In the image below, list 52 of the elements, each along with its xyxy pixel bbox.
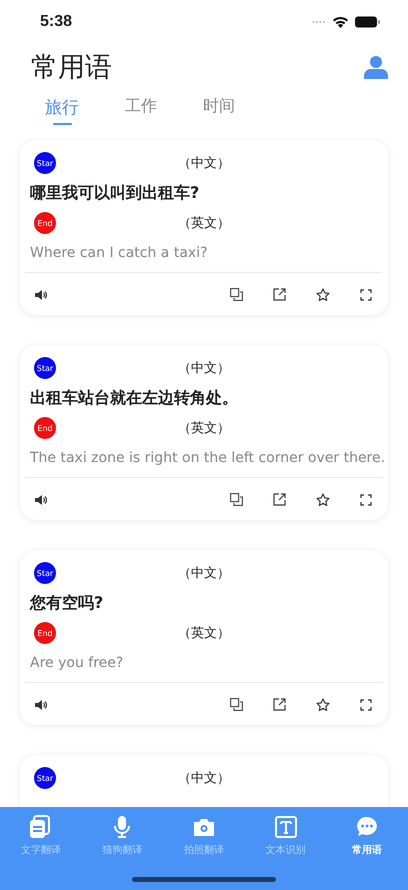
- expand-icon[interactable]: [360, 288, 372, 300]
- language-label: （中文）: [178, 566, 230, 581]
- source-phrase: 出租车站台就在左边转角处。: [30, 387, 239, 409]
- translated-phrase: Where can I catch a taxi?: [30, 244, 209, 263]
- language-label: （英文）: [178, 421, 230, 436]
- source-badge: Star: [34, 562, 56, 584]
- translated-phrase: The taxi zone is right on the left corner over there.: [30, 449, 382, 468]
- target-badge: End: [34, 212, 56, 234]
- category-tab[interactable]: 时间: [201, 94, 237, 123]
- page-title: 常用语: [31, 51, 112, 85]
- star-icon[interactable]: [316, 492, 330, 506]
- chat-bubble-icon: [355, 815, 380, 839]
- language-label: （中文）: [178, 771, 230, 786]
- user-profile-icon[interactable]: [364, 55, 388, 79]
- translated-phrase: Are you free?: [30, 654, 124, 673]
- source-badge: Star: [34, 357, 56, 379]
- category-tab[interactable]: 工作: [123, 94, 159, 123]
- language-label: （中文）: [178, 361, 230, 376]
- speaker-icon[interactable]: [35, 494, 47, 504]
- text-recognition-icon: [274, 815, 298, 839]
- wifi-icon: [332, 16, 349, 28]
- copy-icon[interactable]: [230, 698, 243, 711]
- language-label: （英文）: [178, 626, 230, 641]
- language-label: （英文）: [178, 216, 230, 231]
- language-label: （中文）: [178, 156, 230, 171]
- copy-icon[interactable]: [230, 493, 243, 506]
- source-badge: Star: [34, 767, 56, 789]
- target-badge: End: [34, 417, 56, 439]
- nav-tab[interactable]: 猫狗翻译: [82, 815, 163, 857]
- source-phrase: 哪里我可以叫到出租车?: [30, 182, 200, 204]
- speaker-icon[interactable]: [35, 700, 47, 710]
- star-icon[interactable]: [316, 288, 330, 302]
- source-badge: Star: [34, 152, 56, 174]
- cellular-signal-icon: [312, 20, 326, 24]
- nav-tab[interactable]: 文字翻译: [0, 815, 82, 857]
- target-badge: End: [34, 622, 56, 644]
- source-phrase: 您有空吗?: [30, 592, 104, 614]
- share-icon[interactable]: [273, 493, 286, 506]
- document-stack-icon: [28, 815, 53, 839]
- status-time: 5:38: [40, 13, 72, 31]
- nav-tab[interactable]: 拍照翻译: [163, 815, 244, 857]
- expand-icon[interactable]: [360, 494, 372, 506]
- share-icon[interactable]: [273, 698, 286, 711]
- battery-icon: [355, 16, 380, 28]
- category-tab[interactable]: 旅行: [43, 94, 81, 125]
- nav-tab[interactable]: 常用语: [326, 815, 408, 857]
- speaker-icon[interactable]: [35, 290, 47, 300]
- expand-icon[interactable]: [360, 698, 372, 710]
- star-icon[interactable]: [316, 698, 330, 712]
- nav-tab[interactable]: 文本识别: [245, 815, 326, 857]
- copy-icon[interactable]: [230, 288, 243, 301]
- share-icon[interactable]: [273, 288, 286, 301]
